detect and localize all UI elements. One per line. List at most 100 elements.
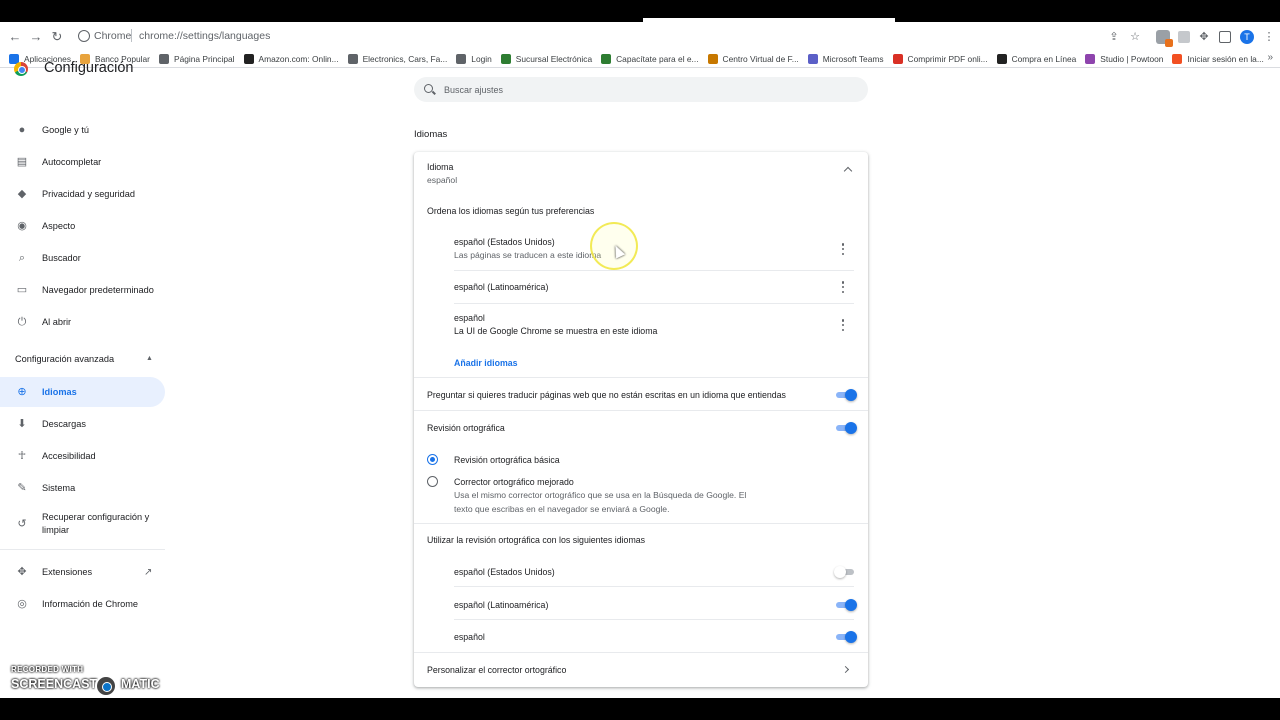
chrome-icon: ◎: [17, 598, 27, 610]
sidebar-item[interactable]: ⊕ Idiomas: [0, 377, 165, 407]
bar-icon: [707, 54, 718, 64]
bookmarks-bar: Aplicaciones Banco Popular Página Principa…: [0, 52, 1280, 66]
language-menu-icon[interactable]: [841, 243, 845, 255]
bookmark-item[interactable]: Comprimir PDF onli...: [892, 54, 988, 64]
avatar[interactable]: T: [1240, 30, 1254, 44]
reload-icon[interactable]: ↻: [50, 30, 64, 44]
row-divider: [454, 619, 854, 620]
watermark-right: MATIC: [121, 677, 160, 691]
sidebar-item-label: Extensiones: [42, 566, 93, 577]
bookmark-item[interactable]: Microsoft Teams: [807, 54, 884, 64]
shield-icon: ◆: [17, 188, 27, 200]
spell-basic-radio[interactable]: [427, 454, 438, 465]
bookmark-item[interactable]: Login: [456, 54, 492, 64]
caret-up-icon[interactable]: ▲: [146, 355, 153, 362]
bookmark-item[interactable]: Capacítate para el e...: [601, 54, 699, 64]
spell-language-toggle[interactable]: [834, 599, 857, 611]
chevron-right-icon[interactable]: [841, 665, 850, 674]
language-name: español (Latinoamérica): [454, 282, 549, 292]
bookmark-item[interactable]: Página Principal: [158, 54, 235, 64]
language-menu-icon[interactable]: [841, 281, 845, 293]
bookmark-item[interactable]: Iniciar sesión en la...: [1172, 54, 1264, 64]
language-name: español: [454, 313, 485, 323]
customize-spellcheck-link[interactable]: Personalizar el corrector ortográfico: [427, 665, 566, 675]
sidebar-item[interactable]: ✎ Sistema: [0, 473, 165, 503]
share-icon[interactable]: ⇪: [1108, 31, 1120, 43]
sidebar-item-label: Sistema: [42, 482, 76, 493]
language-note: La UI de Google Chrome se muestra en est…: [454, 326, 658, 336]
screencast-logo-icon: [95, 675, 117, 697]
sidebar-item[interactable]: ● Google y tú: [0, 115, 165, 145]
bookmark-item[interactable]: Compra en Línea: [996, 54, 1077, 64]
bookmark-label: Capacítate para el e...: [616, 54, 699, 64]
restore-icon: ↺: [17, 518, 27, 530]
language-header-value: español: [427, 175, 458, 185]
sidebar-item-extensions[interactable]: ✥ Extensiones ↗: [0, 557, 165, 587]
spell-enhanced-radio[interactable]: [427, 476, 438, 487]
side-panel-icon[interactable]: [1219, 31, 1231, 43]
search-settings[interactable]: [414, 77, 868, 102]
edit-icon: [601, 54, 612, 64]
spell-enhanced-desc: Usa el mismo corrector ortográfico que s…: [454, 490, 747, 500]
sidebar-item-about[interactable]: ◎ Información de Chrome: [0, 589, 165, 619]
spell-basic-label: Revisión ortográfica básica: [454, 455, 560, 465]
sidebar-item[interactable]: ◉ Aspecto: [0, 211, 165, 241]
address-url[interactable]: chrome://settings/languages: [139, 30, 270, 42]
row-divider: [414, 377, 868, 378]
sidebar-item[interactable]: ⬇ Descargas: [0, 409, 165, 439]
search-input[interactable]: [444, 82, 844, 97]
menu-kebab-icon[interactable]: ⋮: [1263, 31, 1275, 43]
bookmark-item[interactable]: Amazon.com: Onlin...: [243, 54, 339, 64]
bookmark-item[interactable]: Sucursal Electrónica: [500, 54, 592, 64]
forward-icon[interactable]: →: [29, 30, 43, 44]
sidebar-item-label: Idiomas: [42, 386, 77, 397]
extension-grey-icon[interactable]: [1178, 31, 1190, 43]
microsoft-icon: [1172, 54, 1183, 64]
sidebar-item[interactable]: ◆ Privacidad y seguridad: [0, 179, 165, 209]
chevron-up-icon[interactable]: [843, 166, 853, 176]
accessibility-icon: ☥: [17, 450, 27, 462]
sidebar-item[interactable]: ⌕ Buscador: [0, 243, 165, 273]
clipboard-icon: ▤: [16, 156, 28, 168]
advanced-section-label[interactable]: Configuración avanzada: [15, 354, 114, 364]
bookmark-star-icon[interactable]: ☆: [1129, 31, 1141, 43]
palette-icon: ◉: [17, 220, 27, 232]
site-info-icon[interactable]: [78, 30, 90, 42]
bookmarks-overflow-icon[interactable]: »: [1267, 52, 1273, 63]
bookmark-label: Página Principal: [173, 54, 235, 64]
bookmark-item[interactable]: Studio | Powtoon: [1085, 54, 1163, 64]
spell-enhanced-label: Corrector ortográfico mejorado: [454, 477, 574, 487]
sidebar-item[interactable]: ↺ Recuperar configuración y limpiar: [0, 509, 165, 539]
bookmark-item[interactable]: Electronics, Cars, Fa...: [347, 54, 447, 64]
sidebar-item[interactable]: ▭ Navegador predeterminado: [0, 275, 165, 305]
search-icon: ⌕: [18, 252, 26, 264]
spell-language-toggle[interactable]: [834, 566, 856, 578]
power-icon: ⏻: [17, 316, 27, 328]
toolbar: ← → ↻ Chrome chrome://settings/languages…: [0, 22, 1280, 52]
address-bar[interactable]: Chrome chrome://settings/languages: [72, 26, 1152, 48]
watermark-top: RECORDED WITH: [11, 665, 84, 674]
sidebar-item[interactable]: ⏻ Al abrir: [0, 307, 165, 337]
spellcheck-toggle[interactable]: [834, 422, 857, 434]
offer-translate-toggle[interactable]: [834, 389, 857, 401]
language-header-title: Idioma: [427, 162, 454, 172]
spell-language-toggle[interactable]: [834, 631, 857, 643]
address-separator: [131, 29, 132, 42]
sidebar-item-label: Accesibilidad: [42, 450, 96, 461]
bottom-letterbox: [0, 698, 1280, 720]
spell-language-name: español: [454, 632, 485, 642]
bookmark-label: Compra en Línea: [1011, 54, 1077, 64]
sidebar-item-label: Buscador: [42, 252, 81, 263]
chrome-logo-icon: [14, 62, 28, 76]
row-divider: [454, 586, 854, 587]
extension-icon[interactable]: [1156, 30, 1173, 47]
add-languages-link[interactable]: Añadir idiomas: [454, 358, 518, 368]
bookmark-item[interactable]: Centro Virtual de F...: [707, 54, 799, 64]
sidebar-item[interactable]: ▤ Autocompletar: [0, 147, 165, 177]
spell-language-name: español (Latinoamérica): [454, 600, 549, 610]
puzzle-icon: ✥: [17, 566, 27, 578]
puzzle-icon[interactable]: ✥: [1198, 31, 1210, 43]
back-icon[interactable]: ←: [8, 30, 22, 44]
sidebar-item[interactable]: ☥ Accesibilidad: [0, 441, 165, 471]
language-menu-icon[interactable]: [841, 319, 845, 331]
